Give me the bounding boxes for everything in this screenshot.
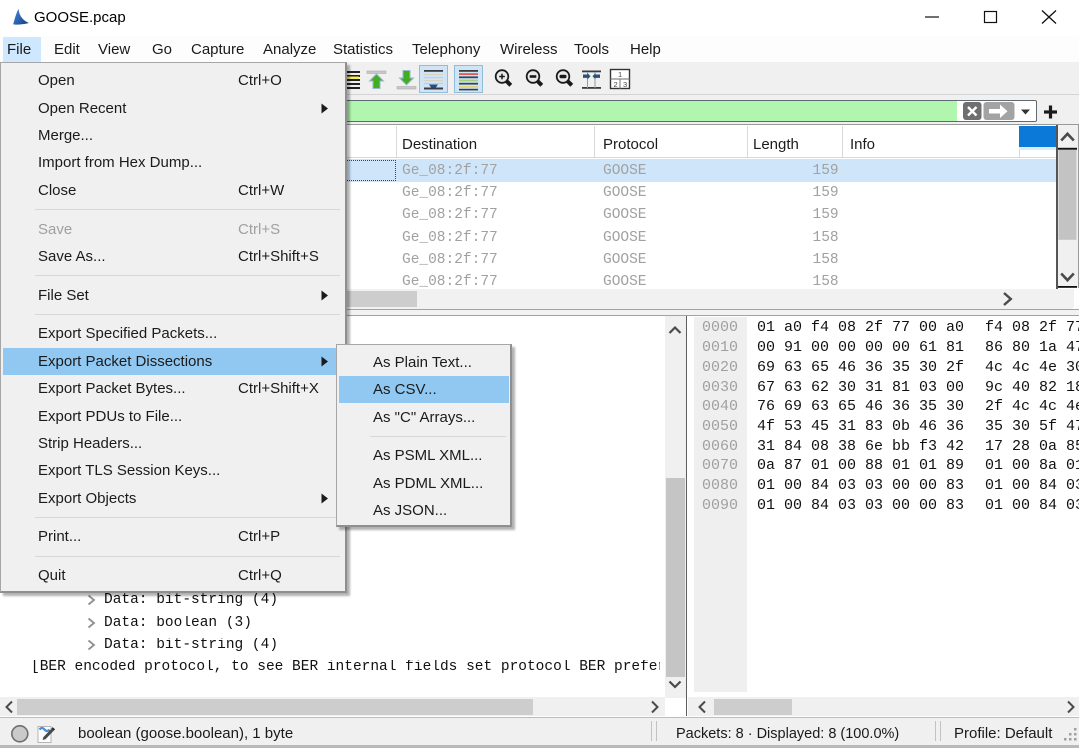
svg-text:2: 2	[614, 80, 618, 89]
svg-text:3: 3	[623, 80, 627, 89]
svg-text:1: 1	[618, 70, 622, 79]
